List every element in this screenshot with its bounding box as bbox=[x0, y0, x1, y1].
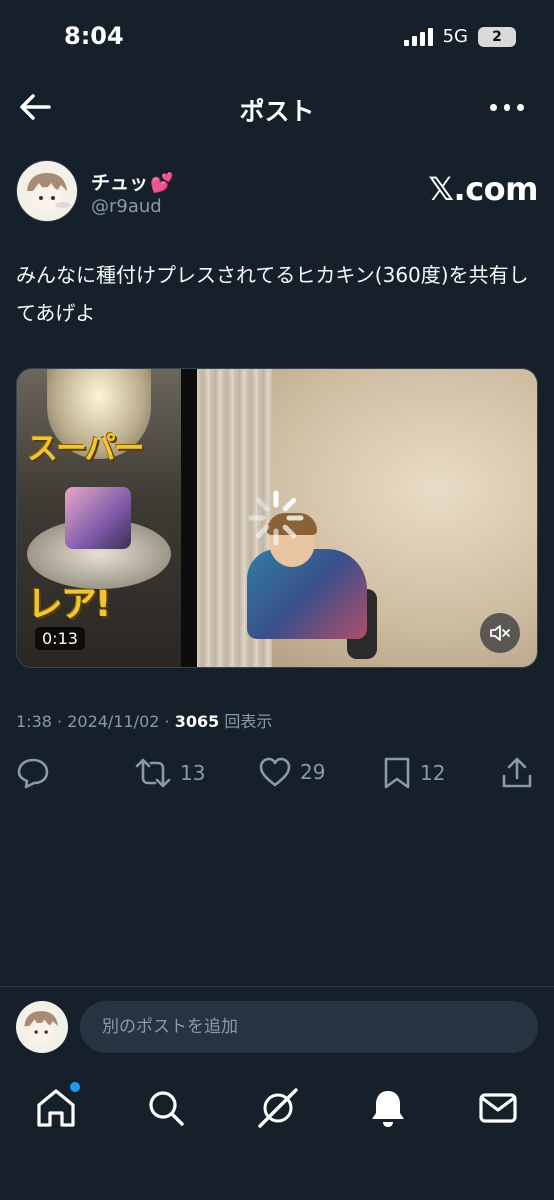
grok-icon bbox=[258, 1088, 298, 1128]
more-options-icon[interactable] bbox=[490, 98, 525, 116]
reply-composer: 別のポストを追加 bbox=[0, 986, 554, 1066]
video-left-panel: スーパー レア! bbox=[17, 369, 181, 667]
view-count[interactable]: 3065 bbox=[175, 712, 220, 731]
repost-icon bbox=[135, 758, 171, 788]
mail-icon bbox=[479, 1093, 517, 1123]
bookmark-button[interactable]: 12 bbox=[382, 756, 445, 790]
bottom-tab-bar bbox=[0, 1076, 554, 1146]
battery-icon: 2 bbox=[478, 26, 516, 47]
video-duration: 0:13 bbox=[35, 627, 85, 650]
overlay-text-top: スーパー bbox=[27, 431, 145, 467]
reply-avatar bbox=[16, 1001, 68, 1053]
post-date: 2024/11/02 bbox=[67, 712, 160, 731]
bookmark-count: 12 bbox=[420, 761, 446, 785]
share-icon bbox=[502, 757, 532, 788]
add-post-input[interactable]: 別のポストを追加 bbox=[80, 1001, 538, 1053]
post-author: チュッ 💕 @r9aud 𝕏.com bbox=[16, 160, 538, 224]
muted-speaker-icon bbox=[490, 625, 510, 641]
page-title: ポスト bbox=[239, 97, 315, 126]
tab-grok[interactable] bbox=[256, 1086, 300, 1130]
search-icon bbox=[149, 1091, 184, 1126]
tab-messages[interactable] bbox=[476, 1086, 520, 1130]
video-player[interactable]: スーパー レア! 0:13 bbox=[16, 368, 538, 668]
home-notification-dot bbox=[70, 1082, 80, 1092]
status-time: 8:04 bbox=[64, 22, 124, 50]
tab-search[interactable] bbox=[144, 1086, 188, 1130]
post-meta: 1:38 · 2024/11/02 · 3065 回表示 bbox=[16, 712, 273, 731]
repost-button[interactable]: 13 bbox=[134, 756, 205, 790]
reply-icon bbox=[17, 758, 49, 789]
heart-emoji: 💕 bbox=[150, 172, 174, 194]
tab-notifications[interactable] bbox=[366, 1086, 410, 1130]
display-name[interactable]: チュッ 💕 bbox=[91, 168, 174, 195]
status-bar: 8:04 5G 2 bbox=[0, 0, 554, 72]
loading-spinner-icon bbox=[248, 490, 304, 546]
bell-icon bbox=[372, 1091, 404, 1127]
reply-button[interactable] bbox=[16, 756, 50, 790]
share-button[interactable] bbox=[500, 756, 534, 790]
post-time: 1:38 bbox=[16, 712, 52, 731]
heart-icon bbox=[259, 757, 291, 787]
x-com-watermark: 𝕏.com bbox=[428, 170, 538, 208]
home-icon bbox=[37, 1089, 75, 1127]
post-actions: 13 29 12 bbox=[16, 756, 538, 796]
signal-icon bbox=[403, 27, 433, 46]
repost-count: 13 bbox=[180, 761, 206, 785]
header: ポスト bbox=[0, 78, 554, 138]
network-type: 5G bbox=[442, 26, 468, 47]
like-button[interactable]: 29 bbox=[258, 756, 325, 788]
view-count-suffix: 回表示 bbox=[224, 712, 273, 731]
status-indicators: 5G 2 bbox=[403, 26, 516, 47]
avatar[interactable] bbox=[16, 160, 78, 222]
overlay-text-bottom: レア! bbox=[27, 584, 111, 625]
like-count: 29 bbox=[300, 760, 326, 784]
post-text: みんなに種付けプレスされてるヒカキン(360度)を共有してあげよ bbox=[16, 263, 529, 325]
tab-home[interactable] bbox=[34, 1082, 80, 1130]
bookmark-icon bbox=[384, 757, 410, 789]
mute-button[interactable] bbox=[480, 613, 520, 653]
user-handle[interactable]: @r9aud bbox=[91, 196, 162, 217]
